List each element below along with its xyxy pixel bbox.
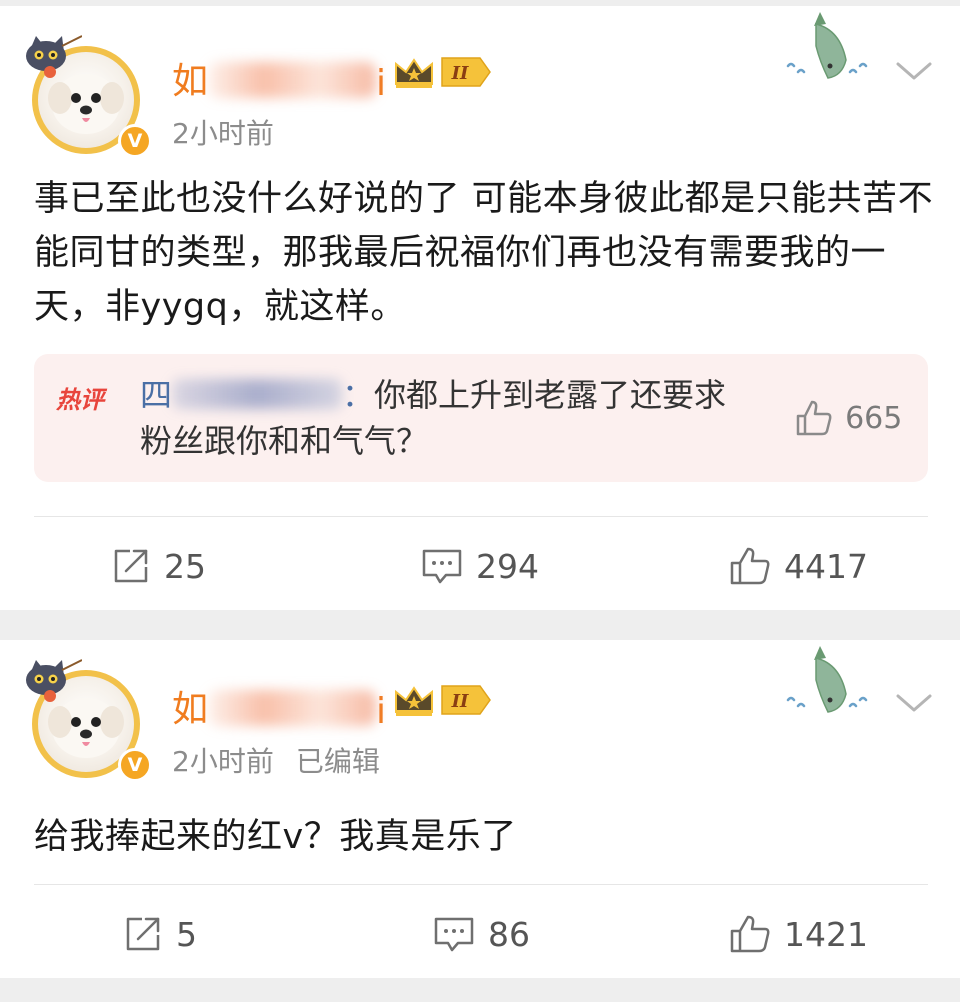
like-count: 1421: [784, 914, 868, 954]
avatar[interactable]: V: [22, 32, 152, 158]
author-name-suffix: i: [376, 690, 387, 732]
post-time: 2小时前: [172, 117, 274, 150]
hot-comment-tag: 热评: [56, 386, 104, 414]
svg-text:II: II: [451, 63, 469, 84]
post-content: 事已至此也没什么好说的了 可能本身彼此都是只能共苦不能同甘的类型，那我最后祝福你…: [34, 179, 934, 327]
post-actions: 5 86 1421: [0, 904, 960, 964]
hot-comment-user[interactable]: 四：: [140, 376, 374, 414]
author-name-prefix: 如: [172, 61, 209, 102]
post-card: V 如i II 2小时前 已编辑 给我捧起来的红v？我真是乐了 5 86 142…: [0, 640, 960, 978]
cat-fishing-avatar-frame-icon: [26, 659, 82, 702]
repost-icon: [126, 917, 160, 951]
comment-button[interactable]: 86: [432, 904, 530, 964]
vip-crown-icon[interactable]: II: [392, 680, 492, 720]
edited-label: 已编辑: [295, 745, 380, 778]
hot-comment-like-button[interactable]: 665: [794, 398, 902, 440]
like-icon: [730, 547, 770, 585]
hot-comment-text: 四：你都上升到老露了还要求粉丝跟你和和气气？: [140, 372, 750, 464]
post-meta: 2小时前: [172, 112, 274, 152]
author-name[interactable]: 如i: [172, 52, 386, 104]
post-content: 给我捧起来的红v？我真是乐了: [34, 817, 517, 857]
comment-count: 86: [488, 914, 530, 954]
hot-comment-like-count: 665: [845, 400, 903, 436]
like-button[interactable]: 4417: [728, 536, 868, 596]
like-icon: [730, 915, 770, 953]
repost-button[interactable]: 5: [122, 904, 197, 964]
divider: [34, 516, 928, 517]
post-time: 2小时前: [172, 745, 274, 778]
fish-decoration-icon: [786, 646, 868, 713]
avatar[interactable]: V: [22, 656, 152, 782]
svg-text:II: II: [451, 691, 469, 712]
weibo-feed: V 如i II 2小时前 事已至此也没什么好说的了 可能本身彼此都是只能共苦不能…: [0, 0, 960, 1002]
comment-count: 294: [476, 546, 539, 586]
post-actions: 25 294 4417: [0, 536, 960, 596]
comment-icon: [422, 549, 462, 584]
comment-button[interactable]: 294: [420, 536, 539, 596]
chevron-down-icon[interactable]: [894, 56, 934, 86]
repost-count: 25: [164, 546, 206, 586]
verified-v-icon: V: [118, 124, 152, 158]
verified-v-icon: V: [118, 748, 152, 782]
post-card: V 如i II 2小时前 事已至此也没什么好说的了 可能本身彼此都是只能共苦不能…: [0, 6, 960, 610]
author-name-prefix: 如: [172, 689, 209, 730]
comment-icon: [434, 917, 474, 952]
vip-crown-icon[interactable]: II: [392, 52, 492, 92]
like-count: 4417: [784, 546, 868, 586]
post-meta: 2小时前 已编辑: [172, 740, 380, 780]
repost-button[interactable]: 25: [110, 536, 206, 596]
fish-decoration-icon: [786, 12, 868, 79]
hot-comment[interactable]: 热评 四：你都上升到老露了还要求粉丝跟你和和气气？ 665: [34, 354, 928, 482]
repost-icon: [114, 549, 148, 583]
author-name-redaction: [208, 690, 377, 726]
author-name-redaction: [208, 62, 377, 98]
chevron-down-icon[interactable]: [894, 688, 934, 718]
cat-fishing-avatar-frame-icon: [26, 35, 82, 78]
like-icon: [796, 400, 832, 436]
author-name-suffix: i: [376, 62, 387, 104]
repost-count: 5: [176, 914, 197, 954]
author-name[interactable]: 如i: [172, 680, 386, 732]
like-button[interactable]: 1421: [728, 904, 868, 964]
divider: [34, 884, 928, 885]
